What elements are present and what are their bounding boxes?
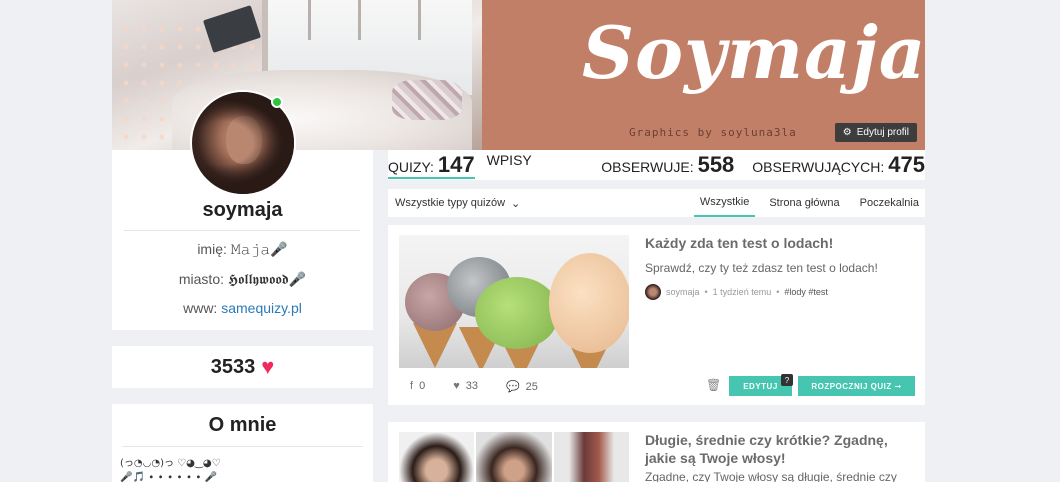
hair-photo [476,432,554,482]
scoop-shape [475,277,559,349]
cover-photo [112,0,482,150]
heart-icon: ♥ [453,380,460,392]
quiz-meta: soymaja • 1 tydzień temu • #lody #test [645,284,828,300]
profile-stats-bar: QUIZY: 147 WPISY OBSERWUJE: 558 OBSERWUJ… [388,150,925,180]
quiz-thumbnail[interactable] [399,235,629,368]
tree-decoration [308,0,311,40]
heart-icon: ♥ [261,354,275,379]
quiz-author[interactable]: soymaja [666,287,700,297]
stat-obserwuje[interactable]: OBSERWUJE: 558 [601,149,734,179]
quiz-type-select[interactable]: Wszystkie typy quizów ⌄ [388,197,520,210]
about-line: 🎤🎵 ∙ ∙ ∙ ∙ ∙ ∙ 🎤 [120,472,218,482]
help-badge[interactable]: ? [781,374,793,386]
chevron-down-icon: ⌄ [511,197,521,210]
edit-profile-label: Edytuj profil [856,127,909,138]
likes-count: 3533 [210,355,256,378]
city-label: miasto: [178,271,224,287]
obserwuje-count: 558 [697,152,735,177]
comments-count: 25 [525,381,538,393]
pillow-decoration [392,80,462,120]
quiz-card: Długie, średnie czy krótkie? Zgadnę, jak… [388,422,925,482]
start-quiz-button[interactable]: ROZPOCZNIJ QUIZ ➞ [798,376,915,396]
quiz-time: 1 tydzień temu [712,287,772,297]
obserwujacych-count: 475 [888,152,925,177]
gear-icon: ⚙ [842,127,852,138]
author-avatar[interactable] [645,284,661,300]
quiz-thumbnail[interactable] [399,432,629,482]
www-link[interactable]: samequizy.pl [221,300,302,316]
comments-icon: 💬 [505,381,520,393]
about-title: O mnie [208,414,277,436]
www-label: www: [183,300,218,316]
obserwujacych-label: OBSERWUJĄCYCH: [752,159,885,175]
scoop-shape [549,253,629,353]
quiz-likes[interactable]: ♥ 33 [453,380,478,393]
quiz-tags[interactable]: #lody #test [784,287,828,297]
about-text: (っ◔◡◔)っ ♡◕‿◕♡ 🎤🎵 ∙ ∙ ∙ ∙ ∙ ∙ 🎤 [112,447,373,482]
quiz-type-value: Wszystkie typy quizów [395,197,506,209]
quiz-tabs: Wszystkie Strona główna Poczekalnia [686,189,925,217]
profile-name-line: imię: 𝙼𝚊𝚓𝚊🎤 [112,241,373,258]
about-line: (っ◔◡◔)っ ♡◕‿◕♡ [120,458,221,469]
hair-photo [553,432,629,482]
cover-subtitle: Graphics by soyluna3la [629,126,797,139]
hair-photo [399,432,477,482]
quiz-description: Sprawdź, czy ty też zdasz ten test o lod… [645,261,878,275]
cover-brand-panel: Soymaja Graphics by soyluna3la ⚙ Edytuj … [482,0,925,150]
divider [124,230,360,231]
shares-count: 0 [419,380,426,392]
city-value: 𝕳𝖔𝖑𝖑𝖞𝖜𝖔𝖔𝖉🎤 [227,272,307,288]
quiz-title[interactable]: Długie, średnie czy krótkie? Zgadnę, jak… [645,431,915,467]
about-card: O mnie (っ◔◡◔)っ ♡◕‿◕♡ 🎤🎵 ∙ ∙ ∙ ∙ ∙ ∙ 🎤 [112,404,373,482]
profile-city-line: miasto: 𝕳𝖔𝖑𝖑𝖞𝖜𝖔𝖔𝖉🎤 [112,271,373,288]
online-status-indicator [271,96,283,108]
profile-www-line: www: samequizy.pl [112,300,373,316]
quiz-card: Każdy zda ten test o lodach! Sprawdź, cz… [388,225,925,405]
cover-title: Soymaja [582,10,925,95]
wpisy-label: WPISY [486,152,532,168]
tree-decoration [358,0,361,40]
obserwuje-label: OBSERWUJE: [601,159,694,175]
quiz-description: Zgadne, czy Twoje włosy są długie, średn… [645,470,897,482]
name-value: 𝙼𝚊𝚓𝚊🎤 [230,242,288,258]
facebook-icon: f [410,380,414,392]
edit-profile-button[interactable]: ⚙ Edytuj profil [834,123,917,142]
tree-decoration [418,0,421,40]
quizy-count: 147 [437,152,475,177]
quiz-title[interactable]: Każdy zda ten test o lodach! [645,234,915,252]
quizy-label: QUIZY: [388,159,434,175]
likes-card: 3533 ♥ [112,346,373,388]
stat-wpisy[interactable]: WPISY [487,149,532,179]
quiz-shares[interactable]: f0 [410,380,425,393]
stat-obserwujacych[interactable]: OBSERWUJĄCYCH: 475 [752,149,925,179]
tab-wszystkie[interactable]: Wszystkie [693,189,756,217]
stat-quizy[interactable]: QUIZY: 147 [388,149,475,179]
quiz-filter-bar: Wszystkie typy quizów ⌄ Wszystkie Strona… [388,189,925,217]
meta-separator: • [776,287,780,297]
likes-count: 33 [465,380,478,392]
trash-icon[interactable]: 🗑 [706,378,721,392]
profile-username: soymaja [202,199,283,221]
quiz-stats: f0 ♥ 33 💬 25 [410,380,538,393]
meta-separator: • [704,287,708,297]
quiz-comments[interactable]: 💬 25 [506,380,538,393]
tab-strona-glowna[interactable]: Strona główna [763,189,845,217]
name-label: imię: [197,241,227,257]
tab-poczekalnia[interactable]: Poczekalnia [854,189,925,217]
